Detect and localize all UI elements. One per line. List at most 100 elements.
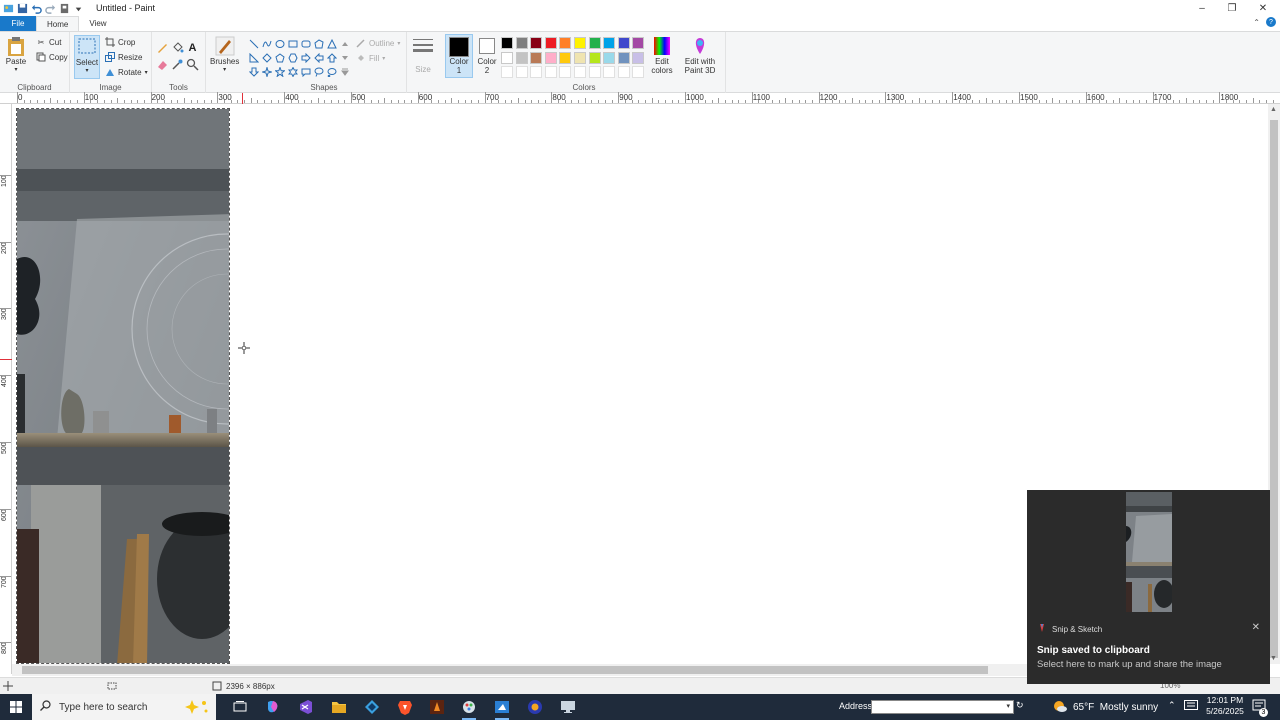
custom-color-slot[interactable] bbox=[544, 66, 557, 78]
down-arrow-shape-icon[interactable] bbox=[247, 65, 260, 79]
triangle-shape-icon[interactable] bbox=[325, 37, 338, 51]
circle-app-icon[interactable] bbox=[525, 698, 545, 716]
shapes-scroll-down-icon[interactable] bbox=[338, 51, 351, 65]
palette-swatch[interactable] bbox=[603, 51, 616, 64]
paint-taskbar-icon[interactable] bbox=[459, 698, 479, 720]
taskbar-search-box[interactable]: Type here to search bbox=[32, 694, 216, 720]
custom-color-slot[interactable] bbox=[573, 66, 586, 78]
edit-with-paint3d-button[interactable]: Edit with Paint 3D bbox=[682, 35, 718, 75]
palette-swatch[interactable] bbox=[544, 51, 557, 64]
left-arrow-shape-icon[interactable] bbox=[312, 51, 325, 65]
shapes-scroll-up-icon[interactable] bbox=[338, 37, 351, 51]
palette-swatch[interactable] bbox=[501, 37, 513, 49]
diamond-shape-icon[interactable] bbox=[260, 51, 273, 65]
dropdown-arrow-icon[interactable] bbox=[72, 2, 84, 14]
toast-close-icon[interactable]: ✕ bbox=[1252, 622, 1260, 633]
color-picker-icon[interactable] bbox=[171, 58, 184, 71]
save-icon[interactable] bbox=[16, 2, 28, 14]
game-app-icon[interactable] bbox=[427, 698, 447, 716]
address-dropdown-icon[interactable]: ▾ bbox=[1006, 702, 1010, 710]
palette-swatch[interactable] bbox=[632, 37, 645, 49]
palette-swatch[interactable] bbox=[632, 51, 645, 64]
tab-file[interactable]: File bbox=[0, 16, 36, 31]
help-icon[interactable]: ? bbox=[1266, 17, 1276, 27]
six-point-star-shape-icon[interactable] bbox=[286, 65, 299, 79]
resize-button[interactable]: Resize bbox=[105, 52, 142, 62]
custom-color-slot[interactable] bbox=[632, 66, 645, 78]
custom-color-slot[interactable] bbox=[588, 66, 601, 78]
palette-swatch[interactable] bbox=[530, 51, 543, 64]
five-point-star-shape-icon[interactable] bbox=[273, 65, 286, 79]
rounded-callout-shape-icon[interactable] bbox=[299, 65, 312, 79]
shapes-expand-icon[interactable] bbox=[338, 65, 351, 79]
palette-swatch[interactable] bbox=[559, 37, 572, 49]
palette-swatch[interactable] bbox=[573, 37, 586, 49]
fill-bucket-icon[interactable] bbox=[171, 41, 184, 54]
custom-color-slot[interactable] bbox=[501, 66, 513, 78]
task-view-icon[interactable] bbox=[230, 698, 250, 716]
outline-button[interactable]: Outline ▾ bbox=[356, 38, 400, 48]
size-button[interactable]: Size bbox=[412, 35, 434, 74]
snip-preview-thumbnail[interactable] bbox=[1126, 492, 1172, 612]
show-hidden-icons-chevron-icon[interactable]: ⌃ bbox=[1168, 700, 1176, 711]
palette-swatch[interactable] bbox=[515, 37, 528, 49]
keyboard-icon[interactable] bbox=[1184, 700, 1198, 712]
rotate-button[interactable]: Rotate ▾ bbox=[105, 67, 148, 77]
curve-shape-icon[interactable] bbox=[260, 37, 273, 51]
scroll-down-icon[interactable]: ▼ bbox=[1270, 655, 1277, 662]
vertical-scroll-thumb[interactable] bbox=[1270, 120, 1278, 658]
redo-icon[interactable] bbox=[44, 2, 56, 14]
edit-colors-button[interactable]: Edit colors bbox=[649, 35, 675, 75]
right-triangle-shape-icon[interactable] bbox=[247, 51, 260, 65]
scroll-up-icon[interactable]: ▲ bbox=[1270, 106, 1277, 113]
collapse-ribbon-icon[interactable]: ⌃ bbox=[1253, 18, 1260, 27]
color2-button[interactable]: Color 2 bbox=[476, 35, 498, 75]
custom-color-slot[interactable] bbox=[617, 66, 630, 78]
copilot-icon[interactable] bbox=[263, 698, 283, 716]
address-input[interactable]: ▾ bbox=[871, 700, 1014, 714]
horizontal-scroll-thumb[interactable] bbox=[22, 666, 988, 674]
undo-icon[interactable] bbox=[30, 2, 42, 14]
remote-desktop-icon[interactable] bbox=[558, 698, 578, 716]
palette-swatch[interactable] bbox=[617, 51, 630, 64]
custom-color-slot[interactable] bbox=[559, 66, 572, 78]
brave-browser-icon[interactable] bbox=[395, 698, 415, 716]
tab-home[interactable]: Home bbox=[36, 16, 80, 31]
diamond-app-icon[interactable] bbox=[362, 698, 382, 716]
custom-color-slot[interactable] bbox=[515, 66, 528, 78]
start-windows-icon[interactable] bbox=[6, 698, 26, 716]
palette-swatch[interactable] bbox=[544, 37, 557, 49]
palette-swatch[interactable] bbox=[530, 37, 543, 49]
visual-studio-icon[interactable] bbox=[296, 698, 316, 716]
polygon-shape-icon[interactable] bbox=[312, 37, 325, 51]
copy-button[interactable]: Copy bbox=[36, 52, 68, 62]
rectangle-shape-icon[interactable] bbox=[286, 37, 299, 51]
snip-notification[interactable]: Snip & Sketch ✕ Snip saved to clipboard … bbox=[1027, 490, 1270, 684]
cloud-callout-shape-icon[interactable] bbox=[325, 65, 338, 79]
brushes-button[interactable]: Brushes ▾ bbox=[210, 35, 239, 73]
weather-widget[interactable]: 65°F Mostly sunny bbox=[1052, 699, 1158, 716]
right-arrow-shape-icon[interactable] bbox=[299, 51, 312, 65]
address-go-icon[interactable]: ↻ bbox=[1016, 700, 1024, 711]
hexagon-shape-icon[interactable] bbox=[286, 51, 299, 65]
palette-swatch[interactable] bbox=[515, 51, 528, 64]
palette-swatch[interactable] bbox=[588, 37, 601, 49]
crop-button[interactable]: Crop bbox=[105, 37, 135, 47]
customize-toolbar-icon[interactable] bbox=[58, 2, 70, 14]
close-button[interactable]: ✕ bbox=[1248, 0, 1278, 16]
cut-button[interactable]: ✂ Cut bbox=[36, 37, 62, 47]
line-shape-icon[interactable] bbox=[247, 37, 260, 51]
select-button[interactable]: Select ▾ bbox=[74, 35, 100, 79]
text-tool-icon[interactable]: A bbox=[186, 41, 199, 54]
palette-swatch[interactable] bbox=[617, 37, 630, 49]
fill-button[interactable]: Fill ▾ bbox=[356, 53, 385, 63]
minimize-button[interactable]: – bbox=[1187, 0, 1217, 16]
snip-sketch-taskbar-icon[interactable] bbox=[492, 698, 512, 720]
eraser-icon[interactable] bbox=[156, 58, 169, 71]
custom-color-slot[interactable] bbox=[530, 66, 543, 78]
pencil-icon[interactable] bbox=[156, 41, 169, 54]
palette-swatch[interactable] bbox=[603, 37, 616, 49]
magnifier-icon[interactable] bbox=[186, 58, 199, 71]
rounded-rectangle-shape-icon[interactable] bbox=[299, 37, 312, 51]
palette-swatch[interactable] bbox=[573, 51, 586, 64]
